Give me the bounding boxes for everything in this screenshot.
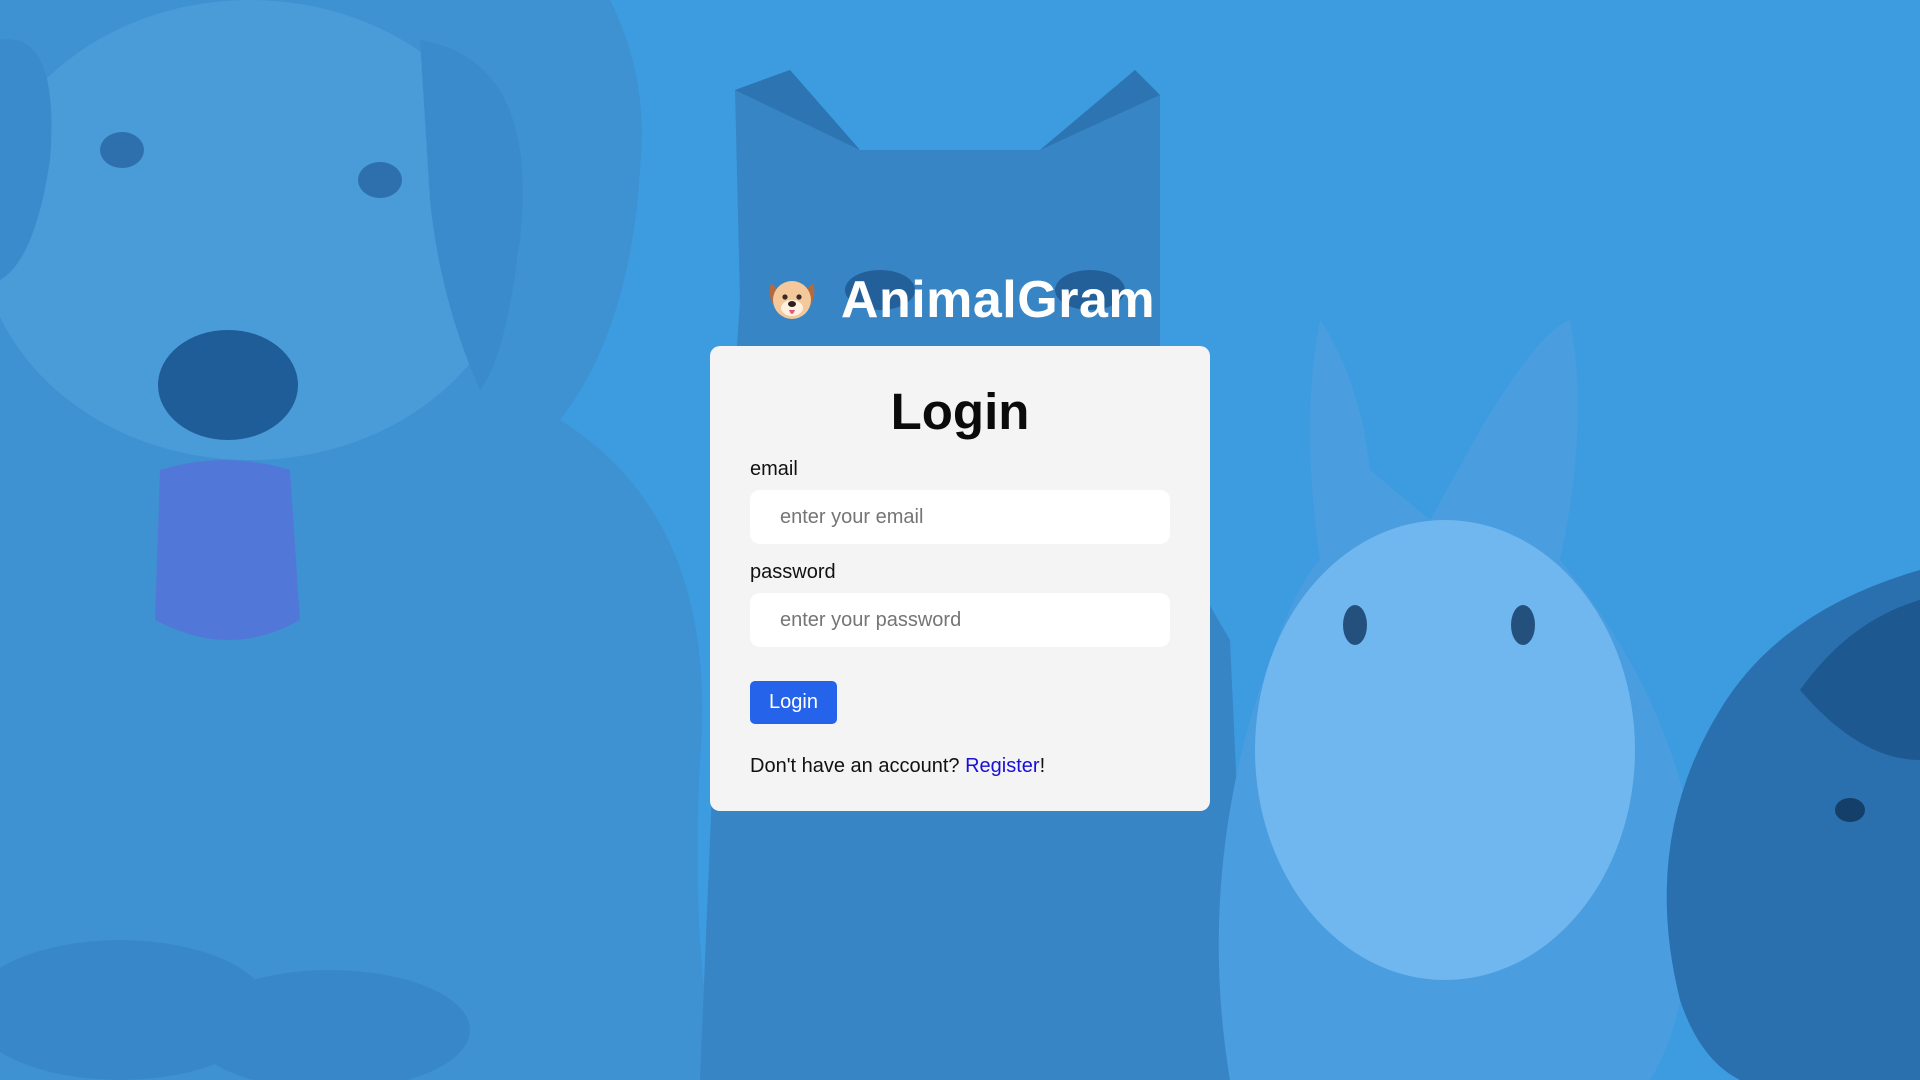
puppy-silhouette — [0, 0, 720, 1080]
dog-face-icon — [769, 281, 815, 319]
brand-header: AnimalGram — [0, 270, 1920, 330]
login-card: Login email password Login Don't have an… — [710, 346, 1210, 811]
guinea-pig-silhouette — [1666, 570, 1920, 1080]
app-title: AnimalGram — [840, 271, 1156, 329]
login-button[interactable]: Login — [750, 681, 837, 724]
register-suffix: ! — [1039, 755, 1046, 777]
email-input[interactable] — [750, 490, 1170, 544]
password-label: password — [750, 561, 836, 583]
register-link[interactable]: Register — [965, 755, 1039, 777]
register-prompt-text: Don't have an account? — [750, 755, 966, 777]
register-prompt: Don't have an account? Register! — [750, 756, 1170, 776]
password-input[interactable] — [750, 593, 1170, 647]
rabbit-silhouette — [1218, 320, 1692, 1080]
login-title: Login — [890, 383, 1030, 440]
email-label: email — [750, 458, 798, 480]
